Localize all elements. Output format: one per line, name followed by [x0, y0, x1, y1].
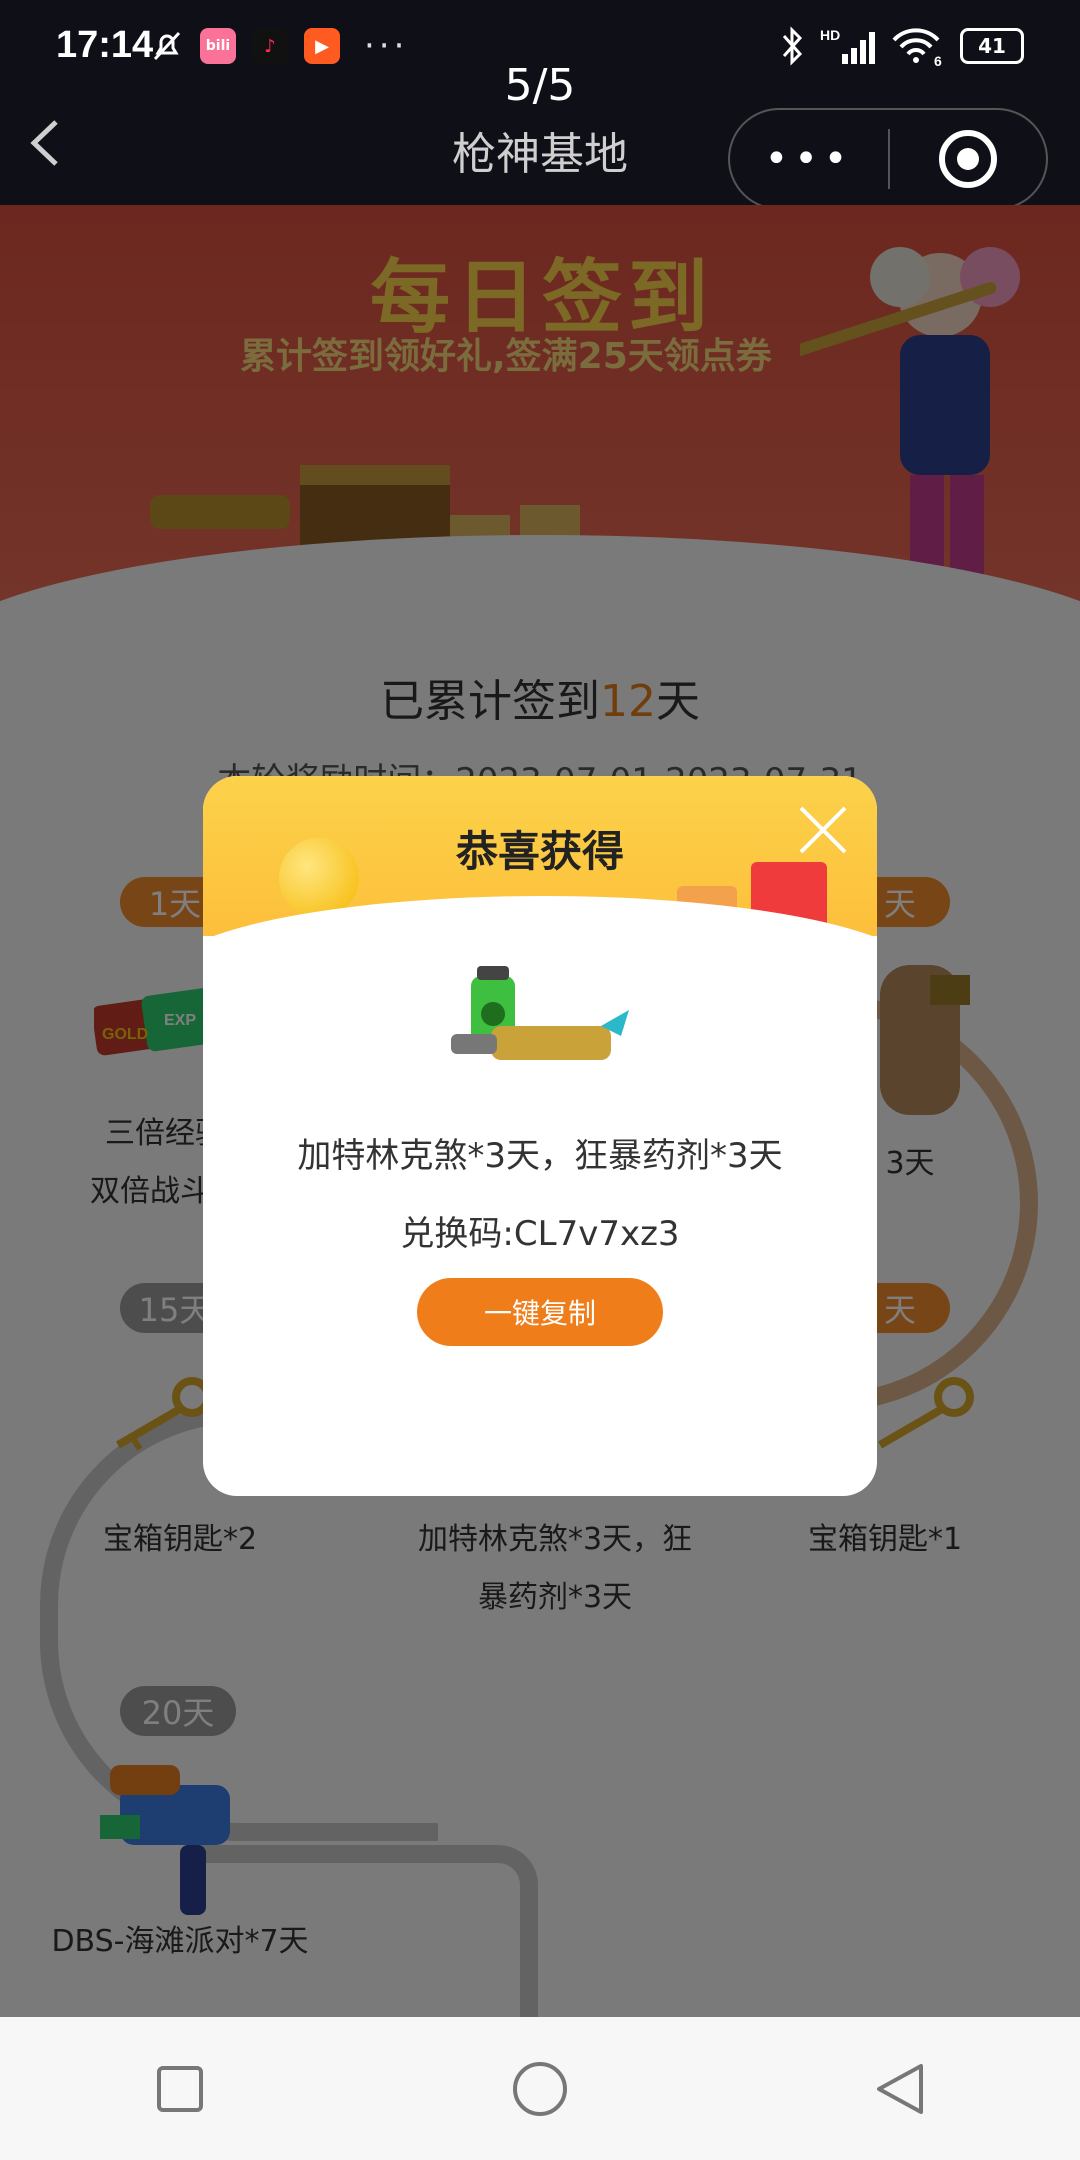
miniprogram-capsule: ••• — [728, 108, 1048, 210]
battery-icon: 41 — [960, 28, 1024, 64]
recent-apps-button[interactable] — [140, 2049, 220, 2129]
bilibili-app-icon: bili — [200, 28, 236, 64]
modal-reward-description: 加特林克煞*3天，狂暴药剂*3天 — [297, 1136, 783, 1176]
back-arrow-icon[interactable] — [26, 118, 66, 168]
gatling-and-potion-image — [451, 966, 629, 1060]
redeem-code-label: 兑换码: — [400, 1214, 514, 1254]
redeem-code-value: CL7v7xz3 — [513, 1214, 680, 1254]
close-miniprogram-button[interactable] — [890, 129, 1046, 189]
kuaishou-app-icon: ▶ — [304, 28, 340, 64]
page-indicator: 5/5 — [504, 60, 576, 111]
more-menu-button[interactable]: ••• — [730, 136, 888, 182]
system-nav-bar — [0, 2017, 1080, 2160]
top-bar: 17:14 bili ♪ ▶ ··· HD 6 41 5/5 枪神基地 ••• — [0, 0, 1080, 210]
home-button[interactable] — [500, 2049, 580, 2129]
circle-icon — [513, 2061, 567, 2116]
copy-code-button[interactable]: 一键复制 — [417, 1278, 663, 1346]
close-icon[interactable] — [793, 800, 853, 860]
reward-modal: 恭喜获得 加特林克煞*3天，狂暴药剂*3天 兑换码:CL7v7xz3 一键复制 — [203, 776, 877, 1496]
svg-text:HD: HD — [820, 27, 840, 43]
target-circle-icon — [938, 130, 997, 188]
back-button[interactable] — [860, 2049, 940, 2129]
modal-redeem-code: 兑换码:CL7v7xz3 — [203, 1206, 877, 1255]
modal-title: 恭喜获得 — [455, 827, 624, 876]
silent-bell-icon — [153, 31, 181, 61]
douyin-app-icon: ♪ — [252, 28, 288, 64]
triangle-back-icon — [877, 2063, 923, 2114]
square-icon — [157, 2065, 203, 2112]
